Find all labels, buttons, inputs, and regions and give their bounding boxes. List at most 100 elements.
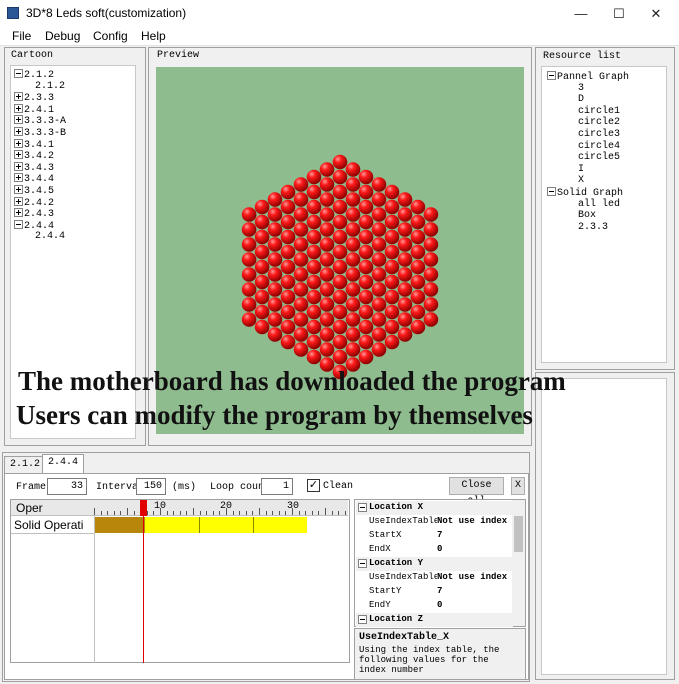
collapse-icon[interactable]	[358, 559, 367, 568]
clean-checkbox[interactable]: ✓	[307, 479, 320, 492]
resource-tree[interactable]: Pannel Graph 3 Dcircle1 circle2 circle3 circl…	[541, 66, 667, 363]
cartoon-item[interactable]: 3.3.3-A	[14, 115, 66, 127]
cartoon-item[interactable]: 2.4.1	[14, 103, 54, 116]
menu-file[interactable]: File	[12, 29, 31, 43]
resource-group[interactable]: Pannel Graph	[547, 71, 629, 83]
resource-item[interactable]: circle2	[578, 117, 620, 128]
led-sphere	[384, 184, 400, 200]
property-row[interactable]: EndX 0	[356, 543, 513, 557]
timeline-block-frames[interactable]	[145, 517, 307, 533]
resource-item[interactable]: circle5	[578, 152, 620, 163]
right-lower-list[interactable]	[541, 378, 667, 675]
collapse-icon[interactable]	[14, 219, 23, 229]
property-help-text: Using the index table, the following val…	[359, 645, 500, 675]
property-value[interactable]: 7	[437, 586, 442, 596]
property-value[interactable]: Not use index	[437, 572, 507, 582]
tab-2-4-4[interactable]: 2.4.4	[42, 454, 85, 474]
resource-item[interactable]: I	[578, 164, 584, 175]
resource-item[interactable]: circle4	[578, 141, 620, 152]
property-scrollbar[interactable]	[512, 500, 525, 626]
property-scrollbar-thumb[interactable]	[514, 516, 523, 552]
menu-debug[interactable]: Debug	[45, 29, 80, 43]
cartoon-item[interactable]: 2.4.2	[14, 196, 54, 209]
resource-item[interactable]: circle3	[578, 129, 620, 140]
cartoon-item[interactable]: 3.4.5	[14, 185, 54, 197]
collapse-icon[interactable]	[547, 187, 556, 196]
resource-item[interactable]: all led	[578, 199, 620, 210]
resource-item[interactable]: D	[578, 94, 584, 105]
timeline-row-label[interactable]: Solid Operati	[14, 518, 83, 532]
cartoon-item-label: 2.3.3	[24, 93, 55, 105]
expand-icon[interactable]	[14, 138, 23, 148]
collapse-icon[interactable]	[547, 71, 556, 80]
cartoon-item[interactable]: 3.3.3-B	[14, 127, 66, 139]
interval-input[interactable]: 150	[136, 478, 166, 495]
property-row[interactable]: StartX 7	[356, 529, 513, 543]
minimize-button[interactable]: —	[563, 0, 599, 27]
timeline-row-label-cell: Solid Operati	[11, 516, 94, 534]
expand-icon[interactable]	[14, 185, 23, 194]
led-sphere	[423, 207, 439, 222]
cartoon-item[interactable]: 3.4.1	[14, 138, 54, 151]
expand-icon[interactable]	[14, 103, 23, 113]
property-row[interactable]: UseIndexTable Not use index	[356, 571, 513, 585]
expand-icon[interactable]	[14, 150, 23, 160]
property-value[interactable]: 0	[437, 600, 442, 610]
led-sphere	[371, 342, 387, 357]
resource-item[interactable]: 3	[578, 83, 584, 94]
cartoon-item[interactable]: 3.4.4	[14, 173, 54, 185]
cartoon-child-item[interactable]: 2.4.4	[35, 231, 65, 242]
expand-icon[interactable]	[14, 196, 23, 206]
expand-icon[interactable]	[14, 208, 23, 218]
resource-item[interactable]: Box	[578, 210, 596, 221]
expand-icon[interactable]	[14, 127, 23, 136]
expand-icon[interactable]	[14, 115, 23, 125]
cartoon-child-item[interactable]: 2.1.2	[35, 81, 65, 92]
collapse-icon[interactable]	[14, 69, 23, 78]
expand-icon[interactable]	[14, 173, 23, 183]
cartoon-item[interactable]: 2.3.3	[14, 92, 54, 104]
property-category[interactable]: Location Z	[356, 613, 513, 627]
expand-icon[interactable]	[14, 161, 23, 171]
cartoon-item[interactable]: 2.4.4	[14, 219, 54, 232]
led-sphere	[293, 237, 309, 252]
cartoon-item[interactable]: 2.4.3	[14, 208, 54, 220]
property-category[interactable]: Location X	[356, 501, 513, 515]
timeline-block-played[interactable]	[95, 517, 145, 533]
resource-item[interactable]: 2.3.3	[578, 222, 608, 233]
resource-item[interactable]: circle1	[578, 106, 620, 117]
menu-config[interactable]: Config	[93, 29, 128, 43]
frame-input[interactable]: 33	[47, 478, 87, 495]
collapse-icon[interactable]	[358, 615, 367, 624]
property-row[interactable]: StartY 7	[356, 585, 513, 599]
led-sphere	[254, 289, 270, 305]
menu-help[interactable]: Help	[141, 29, 166, 43]
cartoon-item[interactable]: 2.1.2	[14, 69, 54, 81]
title-bar: 3D*8 Leds soft(customization) — ☐ ✕	[0, 0, 679, 27]
maximize-button[interactable]: ☐	[601, 0, 637, 27]
resource-group[interactable]: Solid Graph	[547, 187, 623, 199]
led-sphere	[345, 312, 361, 327]
collapse-icon[interactable]	[358, 503, 367, 512]
ruler-tick	[113, 511, 115, 515]
cartoon-item[interactable]: 3.4.3	[14, 161, 54, 174]
property-value[interactable]: 0	[437, 544, 442, 554]
close-button[interactable]: ✕	[638, 0, 674, 27]
property-key: EndX	[369, 544, 391, 554]
loop-count-input[interactable]: 1	[261, 478, 293, 495]
expand-icon[interactable]	[14, 92, 23, 102]
led-sphere	[410, 229, 426, 245]
resource-item[interactable]: X	[578, 175, 584, 186]
property-value[interactable]: 7	[437, 530, 442, 540]
property-value[interactable]: Not use index	[437, 516, 507, 526]
close-x-button[interactable]: X	[511, 477, 525, 495]
cartoon-item[interactable]: 3.4.2	[14, 150, 54, 162]
led-sphere	[293, 267, 309, 282]
property-row[interactable]: UseIndexTable Not use index	[356, 515, 513, 529]
property-category[interactable]: Location Y	[356, 557, 513, 571]
resource-group-label: Pannel Graph	[557, 72, 630, 83]
tab-2-1-2[interactable]: 2.1.2	[4, 456, 47, 473]
close-all-button[interactable]: Close all	[449, 477, 504, 507]
property-row[interactable]: EndY 0	[356, 599, 513, 613]
led-sphere	[280, 214, 296, 230]
